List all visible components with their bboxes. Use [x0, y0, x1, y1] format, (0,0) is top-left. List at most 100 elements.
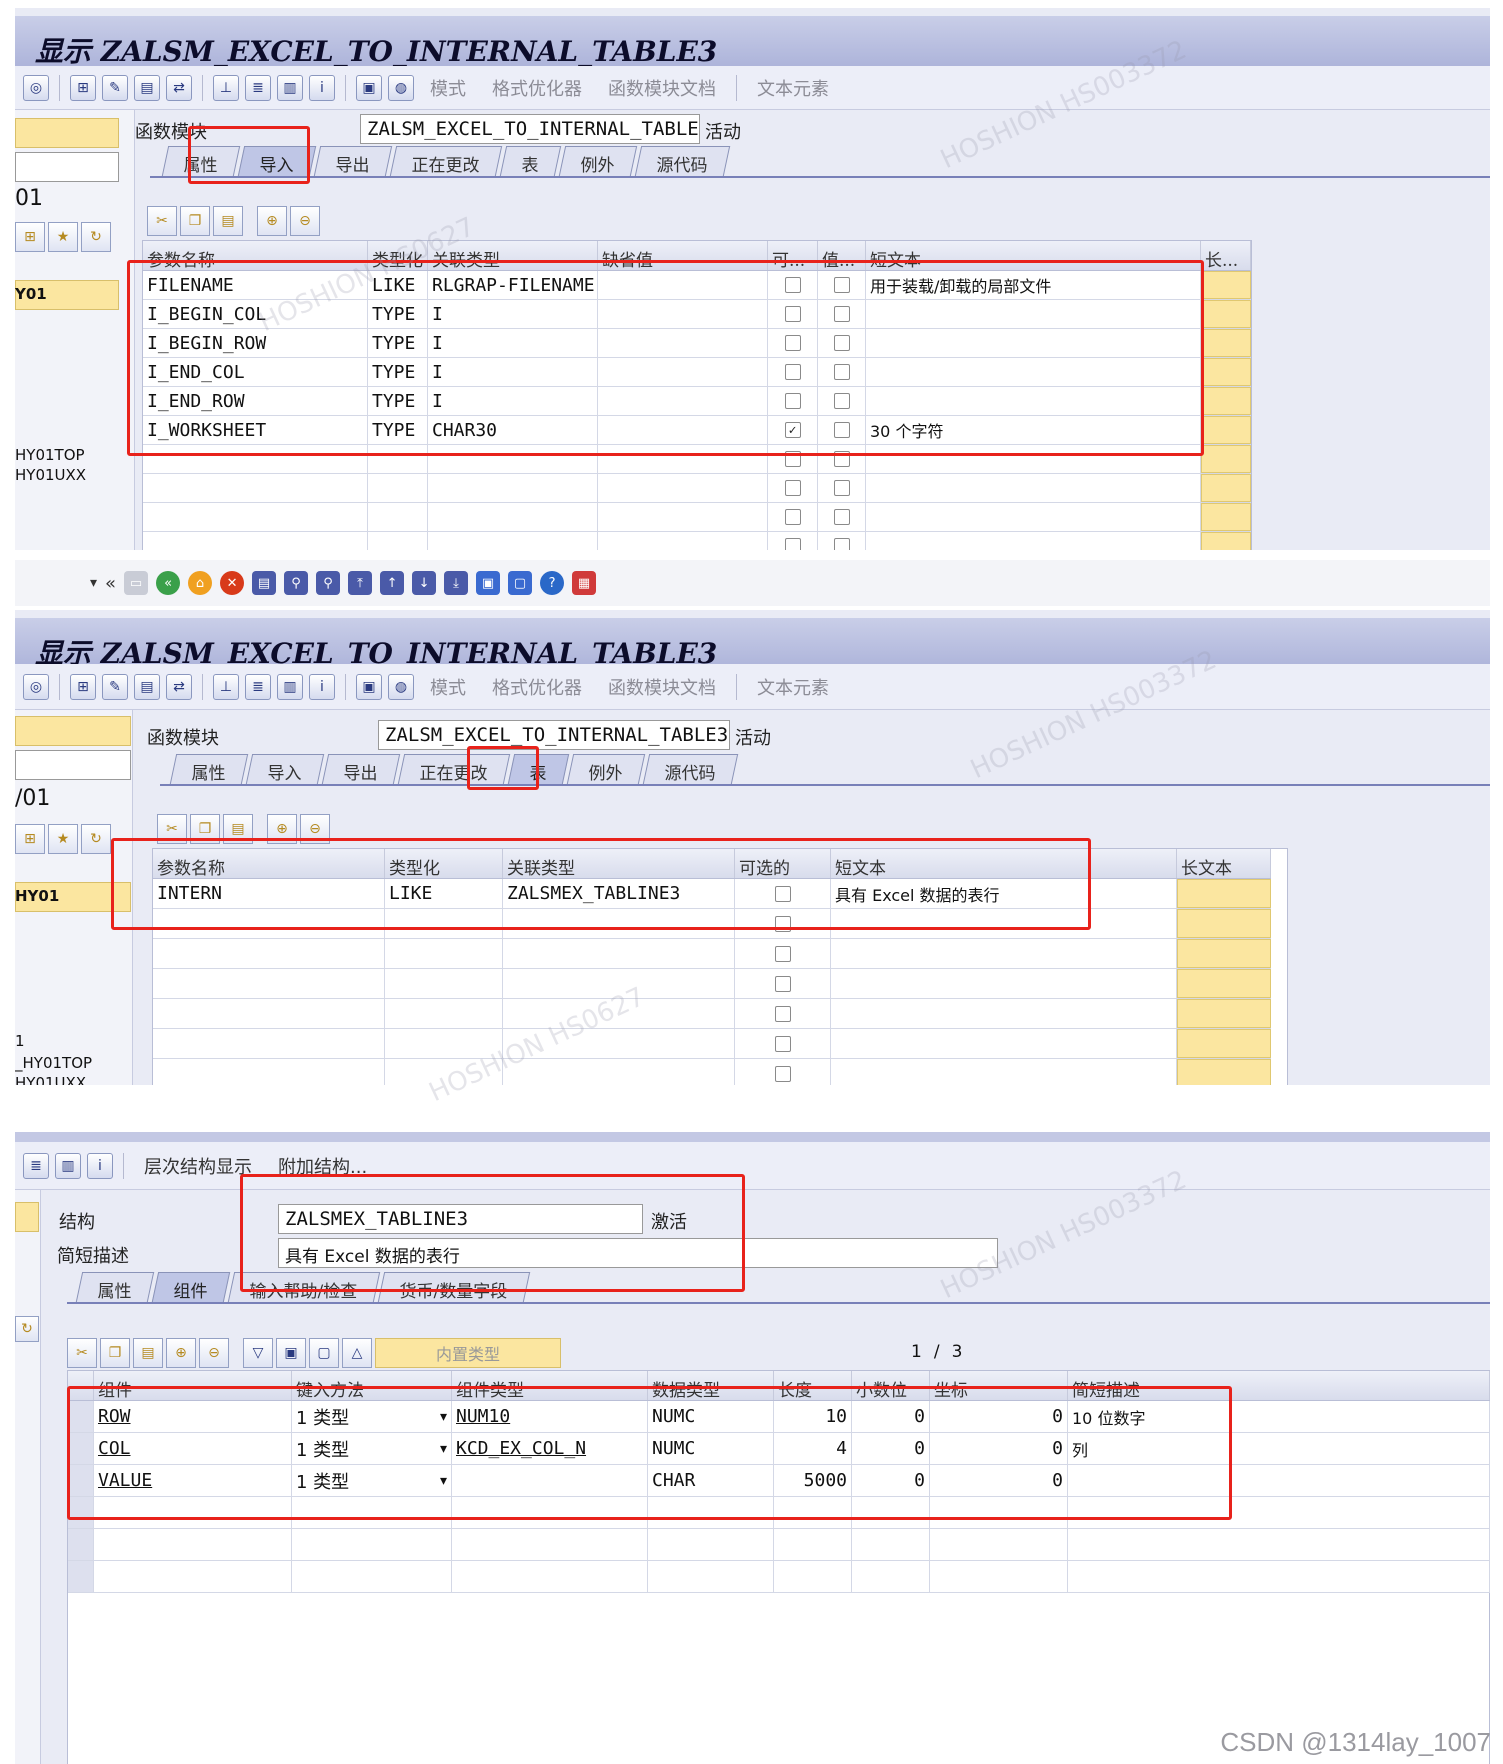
typing-cell[interactable] — [385, 909, 503, 938]
toolbar-pattern[interactable]: 模式 — [430, 75, 466, 101]
info-icon[interactable]: i — [309, 673, 335, 700]
find-next-icon[interactable]: ⚲ — [316, 571, 341, 595]
typing-cell[interactable] — [385, 939, 503, 968]
default-value-cell[interactable] — [598, 271, 768, 299]
long-text-button[interactable] — [1201, 358, 1251, 386]
typing-method-cell[interactable] — [292, 1497, 452, 1528]
tab-input-help[interactable]: 输入帮助/检查 — [227, 1272, 380, 1302]
display-icon[interactable]: ▤ — [134, 74, 160, 101]
default-value-cell[interactable] — [598, 300, 768, 328]
row-selector[interactable] — [68, 1433, 94, 1464]
typing-method-cell[interactable]: 1 类型 ▾ — [292, 1433, 452, 1464]
optional-checkbox[interactable] — [774, 945, 791, 962]
cut-icon[interactable]: ✂ — [157, 814, 187, 844]
optional-checkbox[interactable] — [784, 335, 801, 351]
param-name-cell[interactable] — [153, 1029, 385, 1058]
select-all-icon[interactable]: ▣ — [276, 1338, 306, 1368]
param-name-cell[interactable]: I_END_COL — [143, 358, 368, 386]
toolbar-pattern[interactable]: 模式 — [430, 674, 466, 700]
tab-exceptions[interactable]: 例外 — [558, 146, 638, 176]
print-icon[interactable]: ▤ — [252, 571, 277, 595]
ref-type-cell[interactable]: I — [428, 387, 598, 415]
optional-checkbox[interactable] — [774, 975, 791, 992]
collapse-icon[interactable]: « — [105, 573, 116, 594]
paste-icon[interactable]: ▤ — [223, 814, 253, 844]
optional-checkbox[interactable] — [784, 277, 801, 293]
tab-attributes[interactable]: 属性 — [169, 754, 249, 784]
first-page-icon[interactable]: ⤒ — [348, 571, 373, 595]
pass-value-checkbox[interactable] — [833, 538, 850, 550]
copy-icon[interactable]: ❐ — [100, 1338, 130, 1368]
nav-tree-icon[interactable]: ⊞ — [15, 824, 45, 854]
pass-value-checkbox[interactable] — [833, 451, 850, 467]
dropdown-arrow-icon[interactable]: ▾ — [440, 1409, 447, 1425]
row-selector[interactable] — [68, 1401, 94, 1432]
optional-checkbox[interactable] — [784, 306, 801, 322]
long-text-button[interactable] — [1201, 300, 1251, 328]
delete-row-icon[interactable]: ⊖ — [199, 1338, 229, 1368]
component-cell[interactable] — [94, 1529, 292, 1560]
nav-item[interactable]: HY01 — [15, 887, 59, 905]
default-value-cell[interactable] — [598, 387, 768, 415]
tab-changing[interactable]: 正在更改 — [389, 146, 503, 176]
where-used-icon[interactable]: ◎ — [23, 74, 49, 101]
next-page-icon[interactable]: ↓ — [412, 571, 437, 595]
tab-attributes[interactable]: 属性 — [161, 146, 241, 176]
stack-icon[interactable]: ≣ — [245, 74, 271, 101]
toolbar-fm-doc[interactable]: 函数模块文档 — [608, 75, 716, 101]
structure-field[interactable]: ZALSMEX_TABLINE3 — [278, 1204, 643, 1234]
optional-checkbox[interactable] — [784, 480, 801, 496]
nav-list-item[interactable]: 1 — [15, 1032, 25, 1050]
long-text-button[interactable] — [1201, 532, 1251, 550]
pass-value-checkbox[interactable] — [833, 277, 850, 293]
tab-currency-quantity[interactable]: 货币/数量字段 — [377, 1272, 530, 1302]
short-desc-field[interactable]: 具有 Excel 数据的表行 — [278, 1238, 998, 1268]
pass-value-checkbox[interactable] — [833, 422, 850, 438]
nav-list-item[interactable]: _HY01TOP — [15, 1054, 92, 1072]
typing-cell[interactable] — [385, 969, 503, 998]
component-type-cell[interactable]: NUM10 — [452, 1401, 648, 1432]
typing-cell[interactable]: TYPE — [368, 416, 428, 444]
tab-import[interactable]: 导入 — [245, 754, 325, 784]
tab-import[interactable]: 导入 — [237, 146, 317, 176]
ref-type-cell[interactable]: I — [428, 300, 598, 328]
optional-checkbox[interactable] — [784, 451, 801, 467]
typing-cell[interactable] — [368, 503, 428, 531]
dropdown-arrow-icon[interactable]: ▾ — [440, 1441, 447, 1457]
component-type-cell[interactable] — [452, 1561, 648, 1592]
pass-value-checkbox[interactable] — [833, 393, 850, 409]
component-type-cell[interactable] — [452, 1529, 648, 1560]
debug-icon[interactable]: ◍ — [388, 74, 414, 101]
back-icon[interactable]: « — [156, 571, 181, 595]
typing-cell[interactable] — [368, 532, 428, 550]
toolbar-text-elements[interactable]: 文本元素 — [757, 674, 829, 700]
long-text-button[interactable] — [1201, 503, 1251, 531]
toolbar-text-elements[interactable]: 文本元素 — [757, 75, 829, 101]
component-type-cell[interactable] — [452, 1465, 648, 1496]
row-selector[interactable] — [68, 1497, 94, 1528]
long-text-button[interactable] — [1177, 969, 1271, 998]
hierarchy-icon[interactable]: ⊞ — [70, 673, 96, 700]
typing-cell[interactable]: LIKE — [385, 879, 503, 908]
long-text-button[interactable] — [1201, 474, 1251, 502]
ref-type-cell[interactable]: ZALSMEX_TABLINE3 — [503, 879, 735, 908]
prev-page-icon[interactable]: ↑ — [380, 571, 405, 595]
optional-checkbox[interactable] — [784, 364, 801, 380]
optional-checkbox[interactable] — [774, 1005, 791, 1022]
default-value-cell[interactable] — [598, 474, 768, 502]
typing-cell[interactable] — [368, 474, 428, 502]
default-value-cell[interactable] — [598, 445, 768, 473]
optional-checkbox[interactable] — [774, 1035, 791, 1052]
deselect-icon[interactable]: ▢ — [309, 1338, 339, 1368]
param-name-cell[interactable]: INTERN — [153, 879, 385, 908]
nav-favorite-icon[interactable]: ★ — [48, 824, 78, 854]
nav-list-item[interactable]: HY01UXX — [15, 1074, 86, 1085]
long-text-button[interactable] — [1201, 271, 1251, 299]
ref-type-cell[interactable] — [428, 474, 598, 502]
cut-icon[interactable]: ✂ — [147, 206, 177, 236]
nav-refresh-icon[interactable]: ↻ — [81, 222, 111, 252]
typing-cell[interactable]: TYPE — [368, 300, 428, 328]
display-icon[interactable]: ▤ — [134, 673, 160, 700]
dropdown-arrow-icon[interactable]: ▾ — [440, 1473, 447, 1489]
param-name-cell[interactable] — [153, 939, 385, 968]
